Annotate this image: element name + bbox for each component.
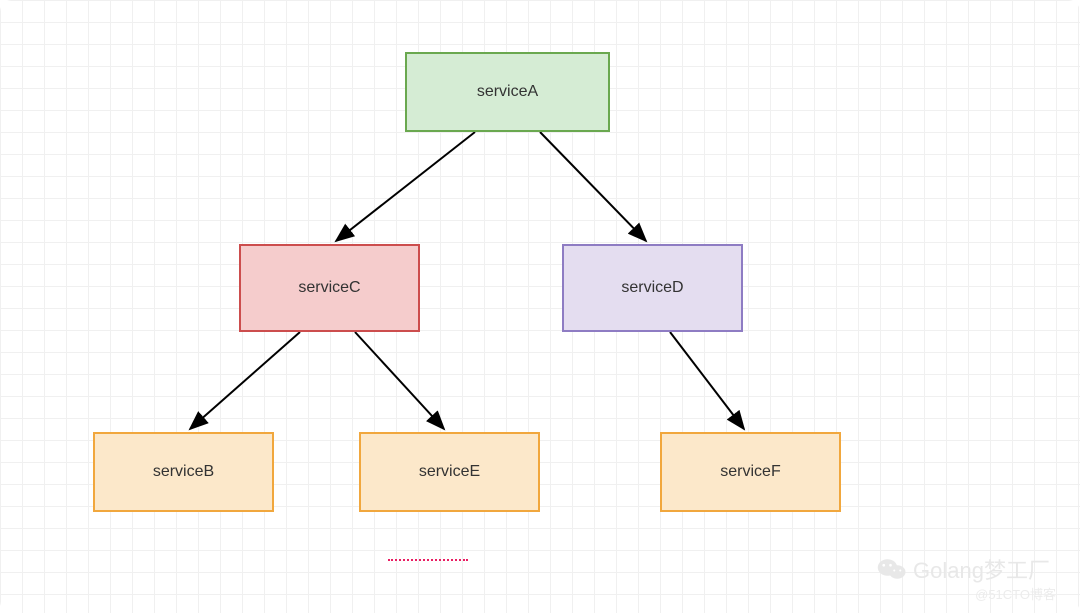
node-service-b[interactable]: serviceB [93,432,274,512]
node-label: serviceA [477,83,538,101]
watermark-logo: Golang梦工厂 [877,553,1050,585]
node-label: serviceD [621,279,683,297]
watermark-logo-text: Golang梦工厂 [913,553,1050,585]
watermark-credit: @51CTO博客 [975,584,1056,603]
node-service-a[interactable]: serviceA [405,52,610,132]
node-service-c[interactable]: serviceC [239,244,420,332]
node-label: serviceC [298,279,360,297]
node-service-d[interactable]: serviceD [562,244,743,332]
node-service-f[interactable]: serviceF [660,432,841,512]
wechat-icon [877,556,907,582]
ellipsis-dots [388,559,468,561]
node-label: serviceE [419,463,480,481]
node-service-e[interactable]: serviceE [359,432,540,512]
node-label: serviceB [153,463,214,481]
node-label: serviceF [720,463,780,481]
